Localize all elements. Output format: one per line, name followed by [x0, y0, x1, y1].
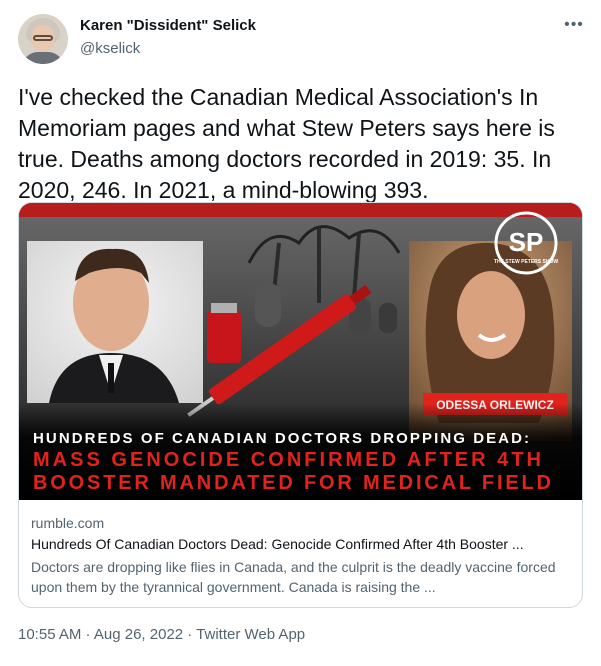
show-logo-text: SP	[509, 227, 544, 257]
more-horizontal-icon[interactable]: •••	[562, 17, 586, 34]
card-domain: rumble.com	[31, 515, 105, 531]
headline-line-3: BOOSTER MANDATED FOR MEDICAL FIELD	[33, 472, 551, 494]
card-image[interactable]: SP THE STEW PETERS SHOW ODESSA ORLEWICZ …	[19, 203, 582, 500]
card-description: Doctors are dropping like flies in Canad…	[31, 559, 556, 595]
tweet-timestamp[interactable]: 10:55 AM · Aug 26, 2022 · Twitter Web Ap…	[18, 626, 305, 643]
card-title[interactable]: Hundreds Of Canadian Doctors Dead: Genoc…	[31, 536, 571, 552]
tweet: Karen "Dissident" Selick @kselick ••• I'…	[0, 0, 601, 666]
author-display-name[interactable]: Karen "Dissident" Selick	[80, 17, 256, 34]
author-handle[interactable]: @kselick	[80, 40, 140, 57]
show-logo-subtext: THE STEW PETERS SHOW	[494, 259, 558, 265]
avatar[interactable]	[18, 14, 68, 64]
tweet-text: I've checked the Canadian Medical Associ…	[18, 84, 555, 203]
link-card[interactable]: SP THE STEW PETERS SHOW ODESSA ORLEWICZ …	[18, 202, 583, 608]
headline-line-1: HUNDREDS OF CANADIAN DOCTORS DROPPING DE…	[33, 430, 529, 447]
